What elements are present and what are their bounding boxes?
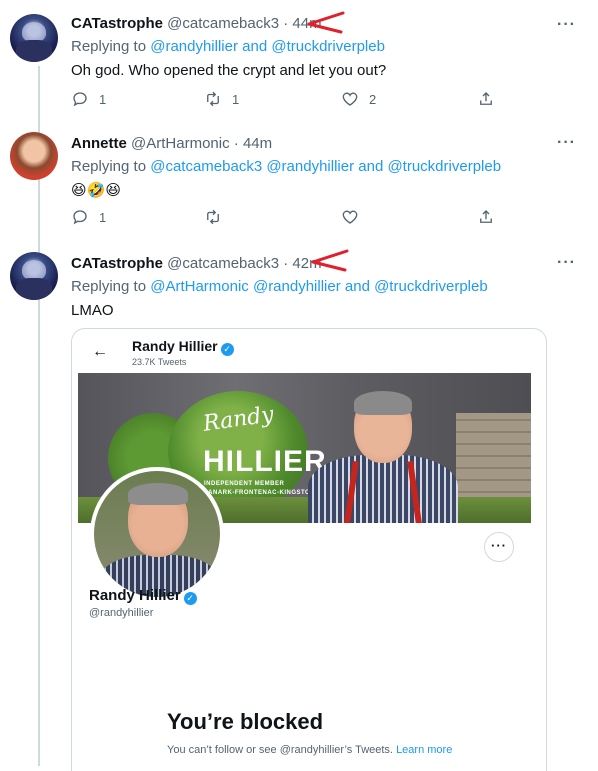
avatar[interactable] — [10, 132, 58, 180]
like-count: 2 — [369, 91, 377, 107]
tweet-count: 23.7K Tweets — [132, 357, 187, 367]
heart-icon — [342, 92, 358, 106]
reply-icon — [73, 210, 87, 225]
display-name[interactable]: Annette — [71, 135, 127, 152]
replying-to-label: Replying to — [71, 38, 147, 55]
share-icon — [480, 92, 492, 105]
tweet-text: LMAO — [71, 302, 114, 319]
banner-stone-wall — [456, 413, 531, 503]
more-options-button[interactable]: ··· — [557, 16, 576, 34]
user-handle[interactable]: @catcameback3 — [167, 255, 279, 272]
reply-count: 1 — [99, 91, 107, 107]
profile-name-text: Randy Hillier — [132, 338, 218, 354]
tweet-text: 😆🤣😆 — [71, 182, 121, 199]
separator-dot: · — [233, 135, 239, 152]
verified-badge-icon: ✓ — [183, 592, 197, 605]
replying-to: Replying to @ArtHarmonic @randyhillier a… — [71, 277, 588, 297]
timestamp[interactable]: 44m — [243, 135, 272, 152]
share-button[interactable] — [477, 90, 495, 108]
tweet-actions: 1 1 2 — [71, 90, 501, 114]
replying-to: Replying to @randyhillier and @truckdriv… — [71, 37, 588, 57]
tweet-text: Oh god. Who opened the crypt and let you… — [71, 62, 387, 79]
replying-to-link[interactable]: @randyhillier and @truckdriverpleb — [150, 38, 385, 55]
profile-handle: @randyhillier — [89, 607, 154, 619]
banner-person — [308, 391, 458, 523]
profile-header: ← Randy Hillier ✓ 23.7K Tweets — [72, 329, 546, 373]
blocked-title: You’re blocked — [167, 709, 324, 734]
tweet-1[interactable]: CATastrophe @catcameback3 · 44m Replying… — [0, 0, 598, 118]
profile-name-header: Randy Hillier ✓ — [132, 338, 234, 356]
reply-button[interactable]: 1 — [71, 90, 106, 108]
more-options-button[interactable]: ··· — [557, 254, 576, 272]
heart-icon — [342, 210, 358, 224]
back-arrow-icon: ← — [92, 343, 108, 360]
profile-name: Randy Hillier ✓ — [89, 587, 197, 605]
reply-button[interactable]: 1 — [71, 208, 106, 226]
blocked-message: You can’t follow or see @randyhillier’s … — [167, 742, 457, 758]
avatar[interactable] — [10, 14, 58, 62]
retweet-icon — [207, 209, 219, 225]
replying-to: Replying to @catcameback3 @randyhillier … — [71, 157, 588, 177]
replying-to-link[interactable]: @catcameback3 @randyhillier and @truckdr… — [150, 158, 501, 175]
separator-dot: · — [283, 255, 289, 272]
retweet-button[interactable]: 1 — [204, 90, 239, 108]
like-button[interactable] — [341, 208, 369, 226]
replying-to-label: Replying to — [71, 158, 147, 175]
learn-more-link: Learn more — [396, 744, 453, 756]
blocked-text: You can’t follow or see @randyhillier’s … — [167, 744, 393, 756]
profile-more-button: ··· — [484, 532, 514, 562]
user-handle[interactable]: @catcameback3 — [167, 15, 279, 32]
like-button[interactable]: 2 — [341, 90, 376, 108]
tweet-actions: 1 — [71, 208, 501, 232]
retweet-button[interactable] — [204, 208, 232, 226]
annotation-arrow — [311, 249, 349, 272]
more-options-button[interactable]: ··· — [557, 134, 576, 152]
tweet-2[interactable]: Annette @ArtHarmonic · 44m Replying to @… — [0, 118, 598, 238]
replying-to-label: Replying to — [71, 278, 147, 295]
display-name[interactable]: CATastrophe — [71, 15, 163, 32]
tweet-header: Annette @ArtHarmonic · 44m — [71, 134, 588, 154]
separator-dot: · — [283, 15, 289, 32]
display-name[interactable]: CATastrophe — [71, 255, 163, 272]
replying-to-link[interactable]: @ArtHarmonic @randyhillier and @truckdri… — [150, 278, 487, 295]
reply-icon — [73, 92, 87, 107]
verified-badge-icon: ✓ — [220, 343, 234, 356]
avatar[interactable] — [10, 252, 58, 300]
banner-riding: LANARK-FRONTENAC-KINGSTON — [204, 490, 316, 496]
profile-avatar — [90, 467, 224, 601]
reply-count: 1 — [99, 209, 107, 225]
retweet-icon — [207, 91, 219, 107]
user-handle[interactable]: @ArtHarmonic — [131, 135, 230, 152]
share-icon — [480, 210, 492, 223]
annotation-arrow — [307, 11, 345, 34]
media-image[interactable]: ← Randy Hillier ✓ 23.7K Tweets Randy HILL… — [71, 328, 547, 771]
retweet-count: 1 — [232, 91, 240, 107]
profile-name-text: Randy Hillier — [89, 587, 181, 604]
banner-subtitle: INDEPENDENT MEMBER — [204, 481, 285, 487]
share-button[interactable] — [477, 208, 495, 226]
